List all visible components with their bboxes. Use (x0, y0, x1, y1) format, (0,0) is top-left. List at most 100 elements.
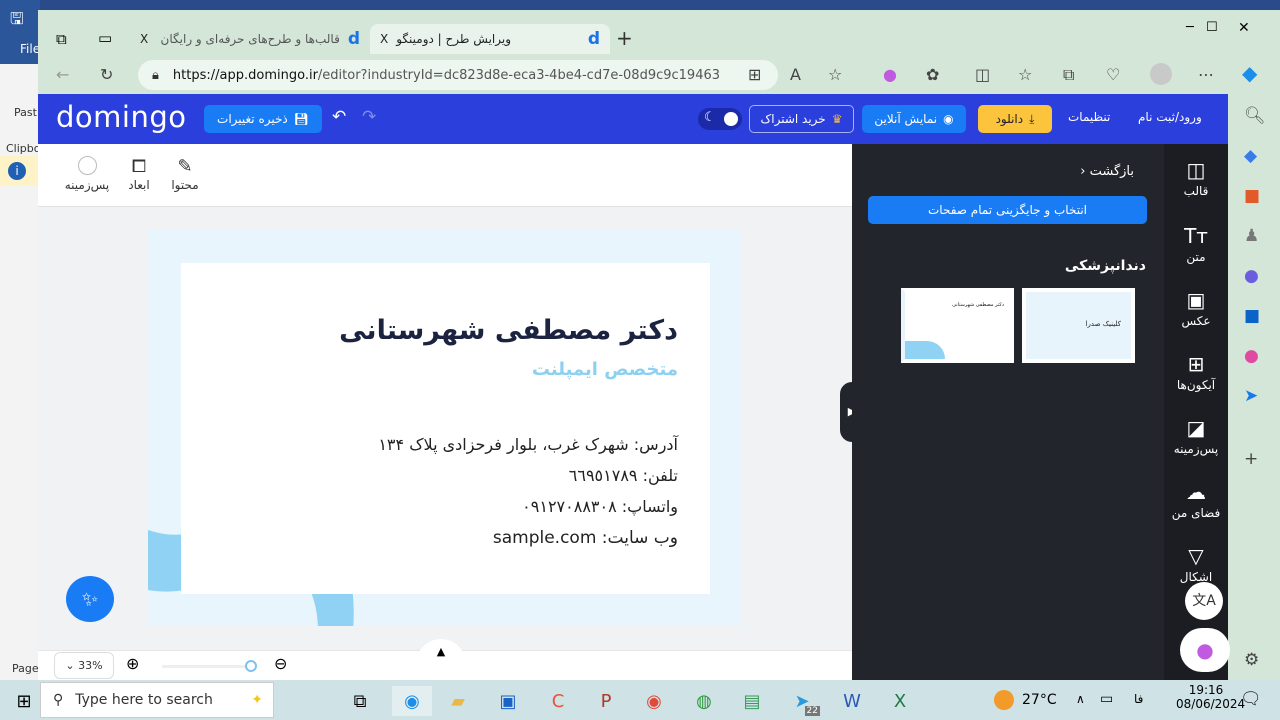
nav-image[interactable]: ▣ عکس (1164, 288, 1228, 328)
sidebar-settings-icon[interactable]: ⚙ (1244, 650, 1259, 670)
nav-template[interactable]: ◫ قالب (1164, 158, 1228, 198)
temperature[interactable]: 27°C (1022, 692, 1057, 708)
nav-shapes[interactable]: ▽ اشکال (1164, 544, 1228, 584)
task-view-icon[interactable]: ⧉ (340, 686, 380, 716)
website-text[interactable]: وب سایت: sample.com (493, 528, 678, 548)
back-link[interactable]: بازگشت ‹ (1080, 164, 1134, 179)
dark-mode-toggle[interactable]: ☾ (698, 108, 742, 130)
app-available-icon[interactable]: ⊞ (748, 65, 761, 84)
new-tab-button[interactable]: + (616, 26, 633, 50)
split-screen-icon[interactable]: ◫ (975, 65, 990, 84)
games-icon[interactable]: ♟ (1244, 226, 1259, 246)
profile-avatar[interactable] (1150, 63, 1172, 85)
search-icon[interactable]: 🔍︎ (1244, 106, 1266, 126)
business-card-design[interactable]: دکتر مصطفی شهرستانی متخصص ایمپلنت آدرس: … (148, 230, 742, 626)
buy-subscription-button[interactable]: ♛ خرید اشتراک (749, 105, 854, 133)
weather-sun-icon[interactable] (994, 690, 1014, 710)
chrome-icon[interactable]: ◉ (634, 686, 674, 716)
collections-icon[interactable]: ⧉ (1063, 65, 1074, 85)
tab-actions-icon[interactable]: ▭ (98, 29, 112, 47)
background-tool[interactable]: پس‌زمینه (60, 156, 114, 192)
file-explorer-icon[interactable]: ▰ (438, 686, 478, 716)
edge-taskbar-icon[interactable]: ◉ (392, 686, 432, 716)
nav-my-space[interactable]: ☁ فضای من (1164, 480, 1228, 520)
show-hidden-icons[interactable]: ∧ (1076, 692, 1085, 706)
workspaces-icon[interactable]: ⧉ (56, 30, 67, 48)
replace-all-pages-button[interactable]: انتخاب و جایگزینی تمام صفحات (868, 196, 1147, 224)
maximize-button[interactable]: ☐ (1206, 20, 1218, 35)
microsoft365-icon[interactable]: ● (1244, 266, 1259, 286)
c-app-icon[interactable]: C (538, 686, 578, 716)
minimize-button[interactable]: ─ (1186, 20, 1194, 35)
whatsapp-text[interactable]: واتساپ: ۰۹۱۲۷۰۸۸۳۰۸ (522, 497, 678, 516)
zoom-slider[interactable] (162, 665, 252, 668)
close-tab-icon[interactable]: X (380, 32, 388, 46)
clock[interactable]: 19:16 08/06/2024 (1176, 683, 1245, 711)
tools-icon[interactable]: ■ (1244, 186, 1260, 206)
zoom-in-icon[interactable]: ⊕ (126, 654, 139, 673)
read-aloud-icon[interactable]: A (790, 65, 801, 84)
terminal-app-icon[interactable]: ▤ (732, 686, 772, 716)
save-icon[interactable]: 🖫 (10, 8, 24, 35)
language-indicator[interactable]: فا (1134, 692, 1143, 706)
address-bar[interactable]: 🔒︎ https://app.domingo.ir/editor?industr… (138, 60, 778, 90)
save-changes-button[interactable]: 💾︎ ذخیره تغییرات (204, 105, 322, 133)
login-link[interactable]: ورود/ثبت نام (1138, 110, 1202, 124)
redo-icon[interactable]: ↷ (362, 107, 376, 127)
magic-wand-button[interactable]: ✨︎ (66, 576, 114, 622)
tool-label: پس‌زمینه (64, 178, 110, 192)
content-tool[interactable]: ✎ محتوا (168, 156, 202, 192)
close-window-button[interactable]: ✕ (1238, 20, 1250, 36)
copilot-sparkle-icon: ✦ (251, 692, 263, 708)
template-thumbnail[interactable]: کلینیک صدرا (1022, 288, 1135, 363)
nav-text[interactable]: Tт متن (1164, 224, 1228, 264)
download-button[interactable]: ⤓ دانلود (978, 105, 1052, 133)
nav-background[interactable]: ◪ پس‌زمینه (1164, 416, 1228, 456)
ai-brain-button[interactable]: ● (1180, 628, 1230, 672)
tab-editor[interactable]: d ویرایش طرح | دومینگو X (370, 24, 610, 54)
zoom-out-icon[interactable]: ⊖ (274, 654, 287, 673)
settings-link[interactable]: تنظیمات (1068, 110, 1110, 124)
download-manager-icon[interactable]: ◍ (684, 686, 724, 716)
outlook-icon[interactable]: ■ (1244, 306, 1260, 326)
paste-button[interactable]: Past (14, 106, 37, 119)
store-icon[interactable]: ▣ (488, 686, 528, 716)
battery-icon[interactable]: ▭ (1100, 691, 1113, 707)
psiphon-icon[interactable]: P (586, 686, 626, 716)
close-tab-icon[interactable]: X (140, 32, 148, 46)
undo-icon[interactable]: ↶ (332, 107, 346, 127)
brain-extension-icon[interactable]: ● (883, 65, 897, 84)
taskbar-search[interactable]: ⚲ Type here to search ✦ (40, 682, 274, 718)
address-text[interactable]: آدرس: شهرک غرب، بلوار فرحزادی پلاک ۱۳۴ (378, 435, 678, 454)
telegram-icon[interactable]: ➤ (1244, 386, 1258, 406)
more-menu-icon[interactable]: ⋯ (1198, 65, 1214, 84)
tab-templates[interactable]: d قالب‌ها و طرح‌های حرفه‌ای و رایگان X (130, 24, 370, 54)
domingo-logo[interactable]: domingo (56, 100, 187, 134)
domingo-favicon: d (347, 29, 360, 49)
notifications-icon[interactable]: 🗨︎ (1240, 689, 1262, 709)
extensions-icon[interactable]: ✿ (926, 65, 939, 84)
favorite-star-icon[interactable]: ☆ (828, 65, 842, 84)
dimensions-tool[interactable]: ⧠ ابعاد (124, 156, 154, 192)
windows-start-icon[interactable]: ⊞ (4, 686, 44, 716)
zoom-slider-handle[interactable] (245, 660, 257, 672)
telegram-taskbar-icon[interactable]: ➤ 22 (782, 686, 822, 716)
copilot-icon[interactable]: ◆ (1242, 61, 1257, 85)
zoom-level-dropdown[interactable]: ⌄ 33% (54, 652, 114, 679)
template-thumbnail[interactable]: دکتر مصطفی شهرستانی (901, 288, 1014, 363)
phone-text[interactable]: تلفن: ٦٦٩٥١٧٨٩ (569, 466, 678, 485)
doctor-specialty[interactable]: متخصص ایمپلنت (532, 359, 678, 380)
word-icon[interactable]: W (832, 686, 872, 716)
nav-icons[interactable]: ⊞ آیکون‌ها (1164, 352, 1228, 392)
excel-icon[interactable]: X (880, 686, 920, 716)
designer-icon[interactable]: ● (1244, 346, 1259, 366)
browser-essentials-icon[interactable]: ♡ (1106, 65, 1120, 84)
shopping-tag-icon[interactable]: ◆ (1244, 146, 1257, 166)
doctor-name[interactable]: دکتر مصطفی شهرستانی (339, 315, 678, 346)
favorites-icon[interactable]: ☆ (1018, 65, 1032, 84)
back-icon[interactable]: ← (56, 65, 69, 84)
online-preview-button[interactable]: ◉ نمایش آنلاین (862, 105, 966, 133)
refresh-icon[interactable]: ↻ (100, 65, 113, 84)
add-sidebar-icon[interactable]: + (1244, 449, 1258, 469)
translate-icon[interactable]: 文A (1185, 582, 1223, 620)
